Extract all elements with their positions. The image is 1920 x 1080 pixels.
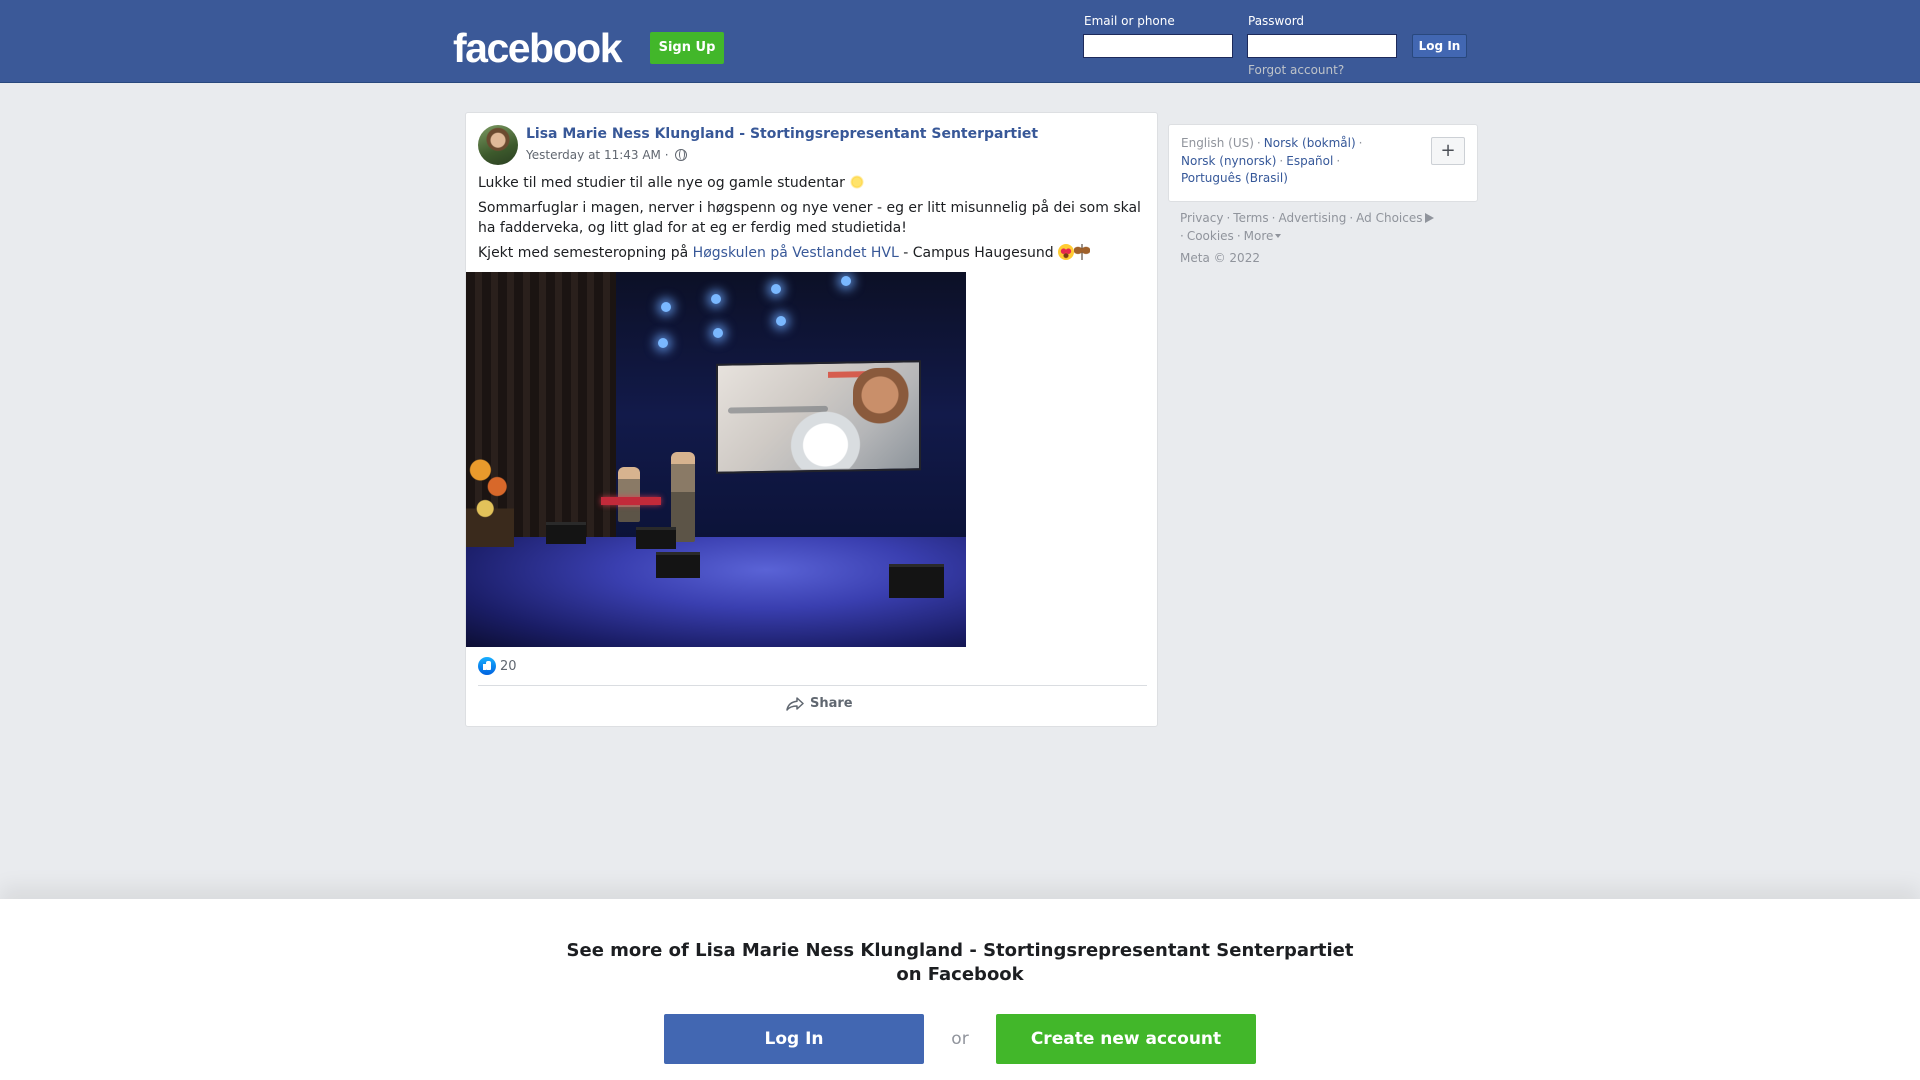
stage-speaker xyxy=(636,527,676,549)
share-icon xyxy=(786,696,804,711)
password-field[interactable] xyxy=(1247,34,1397,58)
reactions-summary[interactable]: 20 xyxy=(478,657,517,675)
flower-arrangement xyxy=(466,437,514,547)
stage-light xyxy=(658,338,668,348)
post-body: Lukke til med studier til alle nye og ga… xyxy=(478,173,1148,268)
meta-separator: · xyxy=(664,148,669,162)
footer-links: Privacy · Terms · Advertising · Ad Choices · Co… xyxy=(1180,209,1480,267)
globe-icon xyxy=(675,149,688,161)
screen-graphic xyxy=(853,367,913,429)
login-prompt-title-line-1: See more of Lisa Marie Ness Klungland - … xyxy=(566,940,1354,961)
footer-cookies-link[interactable]: Cookies xyxy=(1187,229,1234,243)
sign-up-button[interactable]: Sign Up xyxy=(650,32,724,64)
performer xyxy=(618,467,640,522)
post-line-3: Kjekt med semesteropning på Høgskulen på… xyxy=(478,243,1148,263)
post-line-2: Sommarfuglar i magen, nerver i høgspenn … xyxy=(478,200,1141,236)
stage-light xyxy=(771,284,781,294)
lang-espanol[interactable]: Español xyxy=(1286,154,1333,168)
reaction-count: 20 xyxy=(500,658,517,674)
post-author-link[interactable]: Lisa Marie Ness Klungland - Stortingsrep… xyxy=(526,126,1038,142)
sun-emoji-icon xyxy=(849,174,866,190)
login-prompt-title-line-2: on Facebook xyxy=(896,964,1024,985)
forgot-account-link[interactable]: Forgot account? xyxy=(1248,63,1344,77)
stage-light xyxy=(841,276,851,286)
footer-privacy-link[interactable]: Privacy xyxy=(1180,211,1223,225)
footer-advertising-link[interactable]: Advertising xyxy=(1278,211,1346,225)
ad-choices-icon xyxy=(1424,213,1434,223)
facebook-logo[interactable]: facebook xyxy=(453,24,623,72)
ad-choices-label: Ad Choices xyxy=(1356,211,1423,225)
stage-light xyxy=(776,316,786,326)
stage-speaker xyxy=(889,564,944,598)
language-selector-box: English (US) · Norsk (bokmål) · Norsk (nyno… xyxy=(1168,124,1478,202)
stage-speaker xyxy=(546,522,586,544)
post-line-1: Lukke til med studier til alle nye og ga… xyxy=(478,173,1148,193)
post-timestamp[interactable]: Yesterday at 11:43 AM xyxy=(526,148,661,162)
stage-speaker xyxy=(656,552,700,578)
add-language-button[interactable]: + xyxy=(1431,137,1465,165)
star-struck-emoji-icon xyxy=(1058,244,1075,260)
footer-terms-link[interactable]: Terms xyxy=(1233,211,1268,225)
caret-down-icon xyxy=(1275,234,1282,238)
email-field[interactable] xyxy=(1083,34,1233,58)
more-label: More xyxy=(1243,229,1274,243)
top-bar: facebook Sign Up Email or phone Password… xyxy=(0,0,1920,83)
login-prompt-sheet: See more of Lisa Marie Ness Klungland - … xyxy=(0,899,1920,1080)
lang-current: English (US) xyxy=(1181,136,1254,150)
projection-screen xyxy=(716,360,921,474)
copyright: Meta © 2022 xyxy=(1180,251,1260,265)
email-label: Email or phone xyxy=(1084,14,1175,28)
share-button[interactable]: Share xyxy=(786,696,853,711)
lang-portugues-brasil[interactable]: Português (Brasil) xyxy=(1181,171,1288,185)
log-in-button[interactable]: Log In xyxy=(1412,34,1467,58)
create-account-button[interactable]: Create new account xyxy=(996,1014,1256,1064)
divider xyxy=(478,685,1147,686)
lang-norsk-bokmal[interactable]: Norsk (bokmål) xyxy=(1264,136,1356,150)
share-label: Share xyxy=(810,696,853,711)
or-separator: or xyxy=(951,1029,969,1049)
screen-graphic xyxy=(788,408,863,470)
post-card: Lisa Marie Ness Klungland - Stortingsrep… xyxy=(465,112,1158,727)
lang-norsk-nynorsk[interactable]: Norsk (nynorsk) xyxy=(1181,154,1276,168)
hvl-page-link[interactable]: Høgskulen på Vestlandet HVL xyxy=(693,245,899,261)
stage-light xyxy=(661,302,671,312)
password-label: Password xyxy=(1248,14,1305,28)
post-photo[interactable] xyxy=(466,272,966,647)
post-meta: Yesterday at 11:43 AM · xyxy=(526,148,688,162)
post-line-1-text: Lukke til med studier til alle nye og ga… xyxy=(478,175,845,191)
prompt-log-in-button[interactable]: Log In xyxy=(664,1014,924,1064)
like-reaction-icon xyxy=(478,657,496,675)
post-line-3-suffix: - Campus Haugesund xyxy=(898,245,1054,261)
post-line-3-prefix: Kjekt med semesteropning på xyxy=(478,245,693,261)
stage-light xyxy=(711,294,721,304)
butterfly-emoji-icon xyxy=(1074,244,1091,260)
stage-keyboard xyxy=(601,497,661,505)
avatar[interactable] xyxy=(478,125,518,165)
footer-more-link[interactable]: More xyxy=(1244,229,1282,243)
login-prompt-title: See more of Lisa Marie Ness Klungland - … xyxy=(560,939,1360,987)
footer-ad-choices-link[interactable]: Ad Choices xyxy=(1356,211,1434,225)
stage-light xyxy=(713,328,723,338)
